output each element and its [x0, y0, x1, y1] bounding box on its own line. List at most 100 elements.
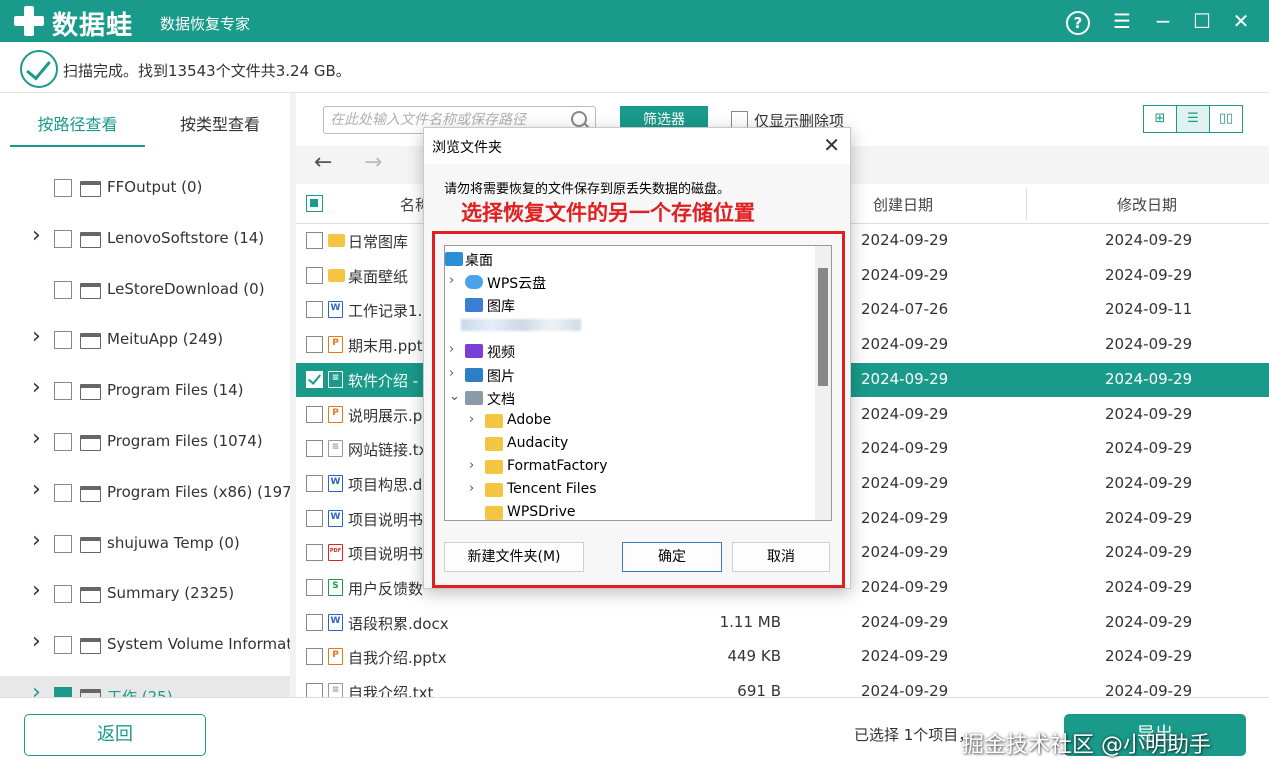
minimize-icon[interactable]: − — [1149, 8, 1177, 34]
tree-item-checkbox[interactable] — [54, 280, 72, 299]
row-checkbox[interactable] — [306, 336, 323, 354]
column-modified[interactable]: 修改日期 — [1117, 194, 1177, 215]
list-view-icon[interactable]: ☰ — [1177, 106, 1210, 132]
folder-picker-item[interactable]: 图库 — [445, 294, 815, 317]
help-icon[interactable]: ? — [1064, 8, 1092, 35]
chevron-right-icon[interactable]: › — [32, 375, 46, 400]
tree-item[interactable]: › 工作 (25) — [0, 676, 296, 697]
chevron-down-icon[interactable]: ⌄ — [449, 389, 460, 404]
cancel-button[interactable]: 取消 — [732, 542, 830, 572]
tab-by-type[interactable]: 按类型查看 — [150, 103, 290, 147]
tree-item[interactable]: FFOutput (0) — [0, 168, 296, 208]
ok-button[interactable]: 确定 — [622, 542, 722, 572]
pdf-file-icon: PDF — [328, 544, 343, 562]
back-button[interactable]: 返回 — [24, 714, 206, 756]
folder-picker-item[interactable]: WPSDrive — [445, 502, 815, 520]
folder-picker-item[interactable]: Audacity — [445, 433, 815, 456]
tree-item[interactable]: › Program Files (x86) (1976 — [0, 473, 296, 513]
column-divider — [1026, 188, 1027, 220]
tree-item[interactable]: LeStoreDownload (0) — [0, 270, 296, 310]
folder-picker-item[interactable]: › FormatFactory — [445, 456, 815, 479]
tree-item-checkbox[interactable] — [54, 179, 72, 197]
row-checkbox[interactable] — [306, 544, 323, 562]
tree-item[interactable]: › LenovoSoftstore (14) — [0, 219, 296, 259]
chevron-right-icon[interactable]: › — [32, 578, 46, 603]
chevron-right-icon[interactable]: › — [32, 223, 46, 248]
txt-file-icon: ≡ — [328, 440, 343, 458]
tree-item-checkbox[interactable] — [54, 483, 72, 502]
table-row[interactable]: P 自我介绍.pptx 449 KB 2024-09-29 2024-09-29 — [296, 640, 1269, 675]
tree-item-checkbox[interactable] — [54, 229, 72, 248]
table-row[interactable]: W 语段积累.docx 1.11 MB 2024-09-29 2024-09-29 — [296, 606, 1269, 641]
tree-item-checkbox[interactable] — [54, 636, 72, 655]
chevron-right-icon[interactable]: › — [32, 528, 46, 553]
tree-item[interactable]: › Program Files (14) — [0, 371, 296, 411]
tree-item-checkbox[interactable] — [54, 534, 72, 553]
chevron-right-icon[interactable]: › — [32, 629, 46, 654]
chevron-right-icon[interactable]: › — [469, 458, 474, 473]
tree-item[interactable]: › Program Files (1074) — [0, 422, 296, 462]
back-arrow-icon[interactable]: ← — [314, 150, 332, 175]
row-checkbox[interactable] — [306, 474, 323, 492]
detail-view-icon[interactable]: ▯▯ — [1210, 106, 1242, 132]
tree-item-checkbox[interactable] — [54, 331, 72, 350]
tree-item[interactable]: › shujuwa Temp (0) — [0, 524, 296, 564]
folder-picker-item[interactable]: › Tencent Files — [445, 479, 815, 502]
tree-item[interactable]: › System Volume Informati — [0, 625, 296, 665]
chevron-right-icon[interactable]: › — [469, 412, 474, 427]
chevron-right-icon[interactable]: › — [449, 342, 454, 357]
row-checkbox[interactable] — [306, 648, 323, 666]
folder-picker-item[interactable]: › 视频 — [445, 340, 815, 363]
chevron-right-icon[interactable]: › — [32, 426, 46, 451]
desktop-icon — [445, 252, 463, 266]
chevron-right-icon[interactable]: › — [32, 477, 46, 502]
scrollbar-thumb[interactable] — [818, 268, 828, 386]
tree-item[interactable]: › MeituApp (249) — [0, 320, 296, 360]
folder-picker-item[interactable]: › Adobe — [445, 410, 815, 433]
folder-picker-item[interactable]: › 图片 — [445, 364, 815, 387]
new-folder-button[interactable]: 新建文件夹(M) — [444, 542, 584, 572]
tree-item-checkbox[interactable] — [54, 687, 72, 697]
chevron-right-icon[interactable]: › — [32, 680, 46, 697]
row-checkbox[interactable] — [306, 440, 323, 458]
forward-arrow-icon[interactable]: → — [364, 150, 382, 175]
cell-modified: 2024-09-29 — [1105, 439, 1193, 458]
chevron-right-icon[interactable]: › — [469, 481, 474, 496]
cell-name: 软件介绍 - — [348, 371, 419, 390]
close-icon[interactable]: ✕ — [1227, 8, 1255, 34]
row-checkbox[interactable] — [306, 232, 323, 249]
folder-picker-item[interactable]: › WPS云盘 — [445, 271, 815, 294]
grid-view-icon[interactable]: ⊞ — [1144, 106, 1177, 132]
row-checkbox[interactable] — [306, 579, 323, 596]
chevron-right-icon[interactable]: › — [449, 273, 454, 288]
cell-created: 2024-09-29 — [861, 265, 949, 284]
row-checkbox[interactable] — [306, 301, 323, 319]
row-checkbox[interactable] — [306, 509, 323, 527]
tree-item[interactable]: › Summary (2325) — [0, 574, 296, 614]
folder-picker-item[interactable]: ⌄ 文档 — [445, 387, 815, 410]
row-checkbox[interactable] — [306, 405, 323, 423]
chevron-right-icon[interactable]: › — [449, 366, 454, 381]
folder-picker-label: WPS云盘 — [487, 276, 547, 293]
folder-picker-item[interactable]: 桌面 — [445, 248, 815, 271]
deleted-only-checkbox[interactable] — [731, 111, 748, 128]
row-checkbox[interactable] — [306, 370, 323, 388]
word-file-icon: W — [328, 613, 343, 631]
menu-icon[interactable]: ☰ — [1108, 8, 1136, 34]
tree-scrollbar[interactable] — [815, 246, 831, 520]
folder-picker-tree[interactable]: 桌面 › WPS云盘 图库 › 视频 › 图片 ⌄ 文档 › Adobe Audacity › Format… — [444, 245, 832, 521]
chevron-right-icon[interactable]: › — [32, 324, 46, 349]
search-icon[interactable] — [571, 111, 587, 127]
column-created[interactable]: 创建日期 — [873, 194, 933, 215]
select-all-checkbox[interactable] — [306, 195, 323, 212]
tree-item-checkbox[interactable] — [54, 382, 72, 401]
dialog-close-icon[interactable]: ✕ — [823, 133, 840, 157]
excel-file-icon: S — [328, 579, 343, 596]
tree-item-checkbox[interactable] — [54, 585, 72, 604]
row-checkbox[interactable] — [306, 266, 323, 284]
tab-by-path[interactable]: 按路径查看 — [10, 103, 145, 147]
tree-item-checkbox[interactable] — [54, 433, 72, 451]
maximize-icon[interactable]: ☐ — [1188, 8, 1216, 34]
folder-icon — [80, 536, 101, 553]
row-checkbox[interactable] — [306, 613, 323, 631]
